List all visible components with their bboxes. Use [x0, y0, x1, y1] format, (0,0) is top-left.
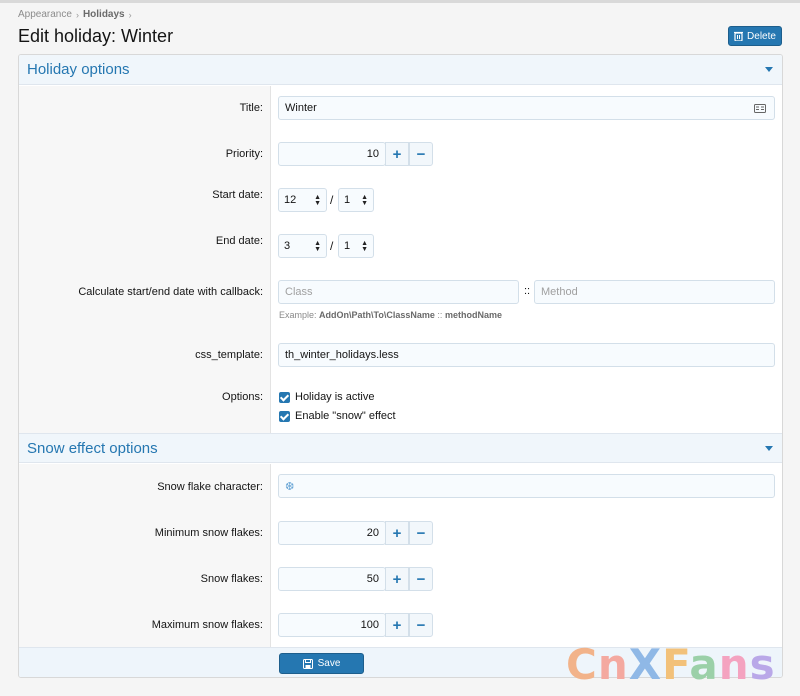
- callback-method-input[interactable]: Method: [534, 280, 775, 304]
- end-day-select[interactable]: 1 ▲ ▼: [338, 234, 374, 258]
- max-flakes-input[interactable]: 100: [278, 613, 386, 637]
- holiday-active-checkbox[interactable]: Holiday is active: [279, 391, 374, 403]
- title-label: Title:: [239, 102, 263, 114]
- callback-class-input[interactable]: Class: [278, 280, 519, 304]
- breadcrumb: Appearance › Holidays ›: [18, 9, 132, 20]
- chevron-right-icon: ›: [75, 9, 79, 20]
- select-arrows-icon: ▲ ▼: [361, 240, 368, 253]
- delete-button[interactable]: Delete: [728, 26, 782, 46]
- label-column: [19, 86, 271, 433]
- watermark-letter: a: [689, 640, 719, 689]
- example-method: methodName: [444, 310, 502, 320]
- chevron-right-icon: ›: [128, 9, 132, 20]
- breadcrumb-holidays[interactable]: Holidays: [83, 9, 125, 20]
- edit-holiday-form: Holiday options Title: Winter Priority: …: [18, 54, 783, 678]
- max-flakes-increment-button[interactable]: +: [385, 613, 409, 637]
- watermark-letter: C: [566, 640, 598, 689]
- top-bar: [0, 0, 800, 3]
- snow-effect-label: Enable "snow" effect: [295, 410, 396, 422]
- callback-example-hint: Example: AddOn\Path\To\ClassName :: meth…: [279, 310, 502, 320]
- start-month-value: 12: [284, 194, 297, 206]
- delete-button-label: Delete: [747, 30, 776, 42]
- min-flakes-decrement-button[interactable]: −: [409, 521, 433, 545]
- flakes-input[interactable]: 50: [278, 567, 386, 591]
- css-template-input[interactable]: th_winter_holidays.less: [278, 343, 775, 367]
- checkbox-checked-icon[interactable]: [279, 410, 290, 422]
- watermark-letter: n: [597, 640, 629, 689]
- options-label: Options:: [222, 391, 263, 403]
- min-flakes-input[interactable]: 20: [278, 521, 386, 545]
- breadcrumb-appearance[interactable]: Appearance: [18, 9, 72, 20]
- select-arrows-icon: ▲ ▼: [314, 194, 321, 207]
- save-button[interactable]: Save: [279, 653, 364, 674]
- priority-label: Priority:: [225, 148, 263, 160]
- max-flakes-label: Maximum snow flakes:: [151, 619, 263, 631]
- phrase-icon[interactable]: [754, 104, 766, 113]
- end-month-value: 3: [284, 240, 291, 252]
- callback-label: Calculate start/end date with callback:: [78, 286, 263, 298]
- example-prefix: Example:: [279, 310, 317, 320]
- snow-char-label: Snow flake character:: [157, 481, 263, 493]
- watermark-letter: X: [628, 640, 663, 689]
- end-day-value: 1: [344, 240, 351, 252]
- priority-decrement-button[interactable]: −: [409, 142, 433, 166]
- holiday-active-label: Holiday is active: [295, 391, 375, 403]
- max-flakes-decrement-button[interactable]: −: [409, 613, 433, 637]
- flakes-increment-button[interactable]: +: [385, 567, 409, 591]
- select-arrows-icon: ▲ ▼: [361, 194, 368, 207]
- holiday-options-title: Holiday options: [27, 61, 130, 78]
- date-separator: /: [330, 193, 334, 207]
- save-button-label: Save: [317, 658, 341, 669]
- watermark-letter: s: [749, 640, 776, 689]
- checkbox-checked-icon[interactable]: [279, 391, 290, 403]
- end-month-select[interactable]: 3 ▲ ▼: [278, 234, 327, 258]
- snow-effect-checkbox[interactable]: Enable "snow" effect: [279, 410, 396, 422]
- start-month-select[interactable]: 12 ▲ ▼: [278, 188, 327, 212]
- flakes-decrement-button[interactable]: −: [409, 567, 433, 591]
- flakes-label: Snow flakes:: [200, 573, 263, 585]
- select-arrows-icon: ▲ ▼: [314, 240, 321, 253]
- end-date-label: End date:: [215, 235, 263, 247]
- example-class: AddOn\Path\To\ClassName: [319, 310, 435, 320]
- save-icon: [302, 658, 313, 669]
- holiday-options-header[interactable]: Holiday options: [19, 55, 782, 85]
- title-input[interactable]: Winter: [278, 96, 775, 120]
- snow-char-input[interactable]: ❆: [278, 474, 775, 498]
- trash-icon: [734, 31, 744, 41]
- snow-effect-options-title: Snow effect options: [27, 439, 158, 457]
- collapse-toggle-icon[interactable]: [765, 446, 773, 451]
- min-flakes-increment-button[interactable]: +: [385, 521, 409, 545]
- priority-input[interactable]: 10: [278, 142, 386, 166]
- priority-increment-button[interactable]: +: [385, 142, 409, 166]
- start-day-select[interactable]: 1 ▲ ▼: [338, 188, 374, 212]
- snow-effect-options-header[interactable]: Snow effect options: [19, 433, 782, 463]
- date-separator: /: [330, 239, 334, 253]
- collapse-toggle-icon[interactable]: [765, 67, 773, 72]
- title-input-value: Winter: [285, 102, 317, 114]
- callback-separator: ::: [524, 285, 531, 297]
- start-date-label: Start date:: [212, 189, 263, 201]
- css-template-label: css_template:: [195, 349, 263, 361]
- watermark-letter: n: [718, 640, 750, 689]
- watermark-letter: F: [662, 640, 690, 689]
- page-title: Edit holiday: Winter: [18, 26, 174, 46]
- start-day-value: 1: [344, 194, 351, 206]
- watermark-logo: CnXFans: [566, 640, 776, 689]
- example-separator: ::: [437, 310, 443, 320]
- min-flakes-label: Minimum snow flakes:: [154, 527, 263, 539]
